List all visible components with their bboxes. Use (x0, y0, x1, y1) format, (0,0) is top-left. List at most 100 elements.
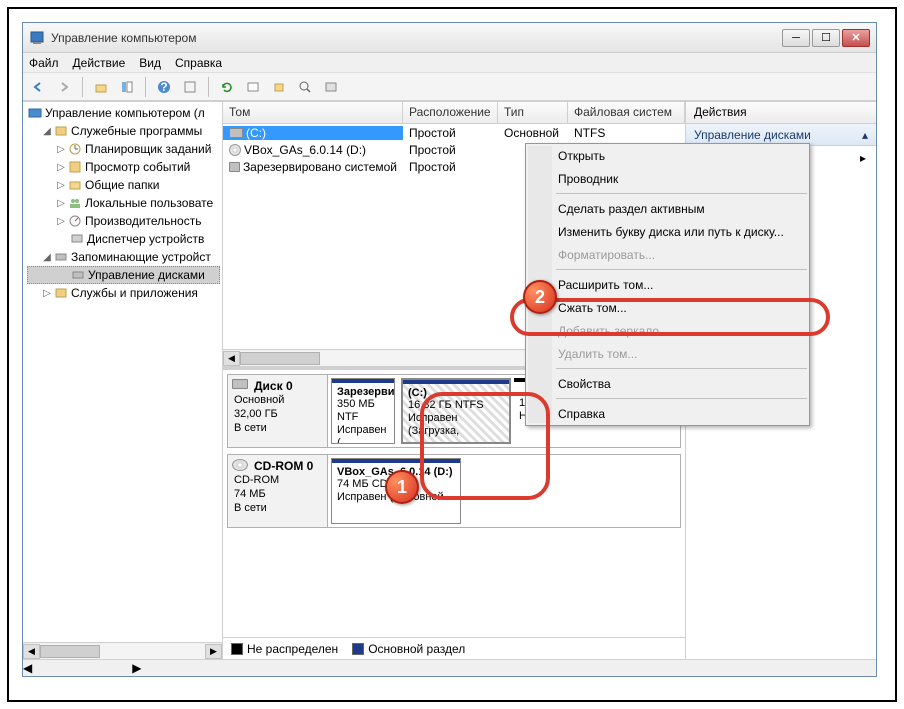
separator (82, 77, 83, 97)
scroll-thumb[interactable] (40, 645, 100, 658)
expand-icon[interactable]: ◢ (41, 126, 53, 137)
partition-c[interactable]: (C:) 16,82 ГБ NTFS Исправен (Загрузка, (401, 378, 511, 444)
tree-scrollbar[interactable]: ◀ ▶ (23, 642, 222, 659)
scroll-thumb[interactable] (240, 352, 320, 365)
annotation-badge-2: 2 (523, 280, 557, 314)
actions-header: Действия (686, 102, 876, 124)
ctx-active[interactable]: Сделать раздел активным (526, 197, 809, 220)
separator (145, 77, 146, 97)
ctx-extend[interactable]: Расширить том... (526, 273, 809, 296)
part-size: 16,82 ГБ NTFS (408, 399, 504, 412)
expand-icon[interactable]: ▷ (41, 288, 53, 299)
disk-name: Диск 0 (254, 379, 321, 393)
legend-swatch (352, 643, 364, 655)
vol-name: (C:) (246, 126, 266, 140)
disk-type: Основной (234, 393, 321, 407)
volume-row[interactable]: (C:) Простой Основной NTFS (223, 124, 685, 141)
maximize-button[interactable]: ☐ (812, 29, 840, 47)
disk-size: 32,00 ГБ (234, 407, 321, 421)
tree-label: Локальные пользовате (85, 196, 213, 210)
tree: Управление компьютером (л ◢Служебные про… (23, 102, 222, 642)
help-button[interactable]: ? (153, 76, 175, 98)
expand-icon[interactable]: ▷ (55, 198, 67, 209)
legend-primary: Основной раздел (352, 642, 465, 656)
scroll-right-button[interactable]: ▶ (205, 644, 222, 659)
ctx-letter[interactable]: Изменить букву диска или путь к диску... (526, 220, 809, 243)
tree-item-devicemgr[interactable]: Диспетчер устройств (27, 230, 220, 248)
col-fs[interactable]: Файловая систем (568, 102, 685, 123)
tree-label: Общие папки (85, 178, 159, 192)
tree-item-scheduler[interactable]: ▷Планировщик заданий (27, 140, 220, 158)
ctx-separator (556, 193, 807, 194)
close-button[interactable]: ✕ (842, 29, 870, 47)
part-size: 350 МБ NTF (337, 398, 389, 424)
tree-group-services[interactable]: ▷ Службы и приложения (27, 284, 220, 302)
tree-item-diskmgmt[interactable]: Управление дисками (27, 266, 220, 284)
tree-item-shared[interactable]: ▷ Общие папки (27, 176, 220, 194)
bottom-scrollbar[interactable]: ◀ ▶ (23, 659, 876, 676)
disk-icon (232, 379, 248, 389)
ctx-help[interactable]: Справка (526, 402, 809, 425)
ctx-explorer[interactable]: Проводник (526, 167, 809, 190)
toolbar: ? (23, 73, 876, 101)
vol-name: Зарезервировано системой (243, 160, 397, 174)
tree-label: Просмотр событий (85, 160, 190, 174)
legend: Не распределен Основной раздел (223, 637, 685, 659)
toolbar-btn-4[interactable] (179, 76, 201, 98)
scroll-left-button[interactable]: ◀ (23, 661, 32, 675)
expand-icon[interactable]: ▷ (55, 162, 67, 173)
disk-info[interactable]: CD-ROM 0 CD-ROM 74 МБ В сети (228, 455, 328, 527)
tree-group-storage[interactable]: ◢Запоминающие устройст (27, 248, 220, 266)
cd-icon (229, 144, 241, 156)
tree-root[interactable]: Управление компьютером (л (27, 104, 220, 122)
ctx-properties[interactable]: Свойства (526, 372, 809, 395)
toolbar-btn-7[interactable] (268, 76, 290, 98)
scroll-track[interactable] (40, 644, 205, 659)
part-title: Зарезерви (337, 386, 389, 398)
tree-item-users[interactable]: ▷ Локальные пользовате (27, 194, 220, 212)
scroll-right-button[interactable]: ▶ (132, 661, 141, 675)
col-type[interactable]: Тип (498, 102, 568, 123)
toolbar-btn-6[interactable] (242, 76, 264, 98)
up-button[interactable] (90, 76, 112, 98)
expand-icon[interactable]: ▷ (55, 216, 67, 227)
tree-group-utilities[interactable]: ◢Служебные программы (27, 122, 220, 140)
partition-reserved[interactable]: Зарезерви 350 МБ NTF Исправен ( (331, 378, 395, 444)
tree-item-performance[interactable]: ▷Производительность (27, 212, 220, 230)
legend-unallocated: Не распределен (231, 642, 338, 656)
ctx-mirror: Добавить зеркало... (526, 319, 809, 342)
col-volume[interactable]: Том (223, 102, 403, 123)
col-layout[interactable]: Расположение (403, 102, 498, 123)
app-icon (29, 30, 45, 46)
scroll-left-button[interactable]: ◀ (223, 351, 240, 366)
menu-file[interactable]: Файл (29, 56, 59, 70)
expand-icon[interactable]: ▷ (55, 180, 67, 191)
ctx-open[interactable]: Открыть (526, 144, 809, 167)
toolbar-btn-2[interactable] (116, 76, 138, 98)
ctx-separator (556, 269, 807, 270)
part-status: Исправен ( (337, 424, 389, 444)
expand-icon[interactable]: ▷ (55, 144, 67, 155)
ctx-shrink[interactable]: Сжать том... (526, 296, 809, 319)
collapse-icon[interactable]: ▴ (862, 128, 868, 142)
ctx-separator (556, 368, 807, 369)
back-button[interactable] (27, 76, 49, 98)
volume-header: Том Расположение Тип Файловая систем (223, 102, 685, 124)
toolbar-btn-8[interactable] (294, 76, 316, 98)
partition-bar (332, 379, 394, 383)
tree-label: Службы и приложения (71, 286, 198, 300)
menu-help[interactable]: Справка (175, 56, 222, 70)
minimize-button[interactable]: ─ (782, 29, 810, 47)
expand-icon[interactable]: ◢ (41, 252, 53, 263)
toolbar-btn-9[interactable] (320, 76, 342, 98)
legend-label: Не распределен (247, 642, 338, 656)
menu-view[interactable]: Вид (139, 56, 161, 70)
menu-action[interactable]: Действие (73, 56, 126, 70)
disk-info[interactable]: Диск 0 Основной 32,00 ГБ В сети (228, 375, 328, 447)
svg-text:?: ? (160, 80, 167, 94)
refresh-button[interactable] (216, 76, 238, 98)
scroll-left-button[interactable]: ◀ (23, 644, 40, 659)
tree-item-eventviewer[interactable]: ▷ Просмотр событий (27, 158, 220, 176)
window-buttons: ─ ☐ ✕ (782, 29, 870, 47)
forward-button[interactable] (53, 76, 75, 98)
